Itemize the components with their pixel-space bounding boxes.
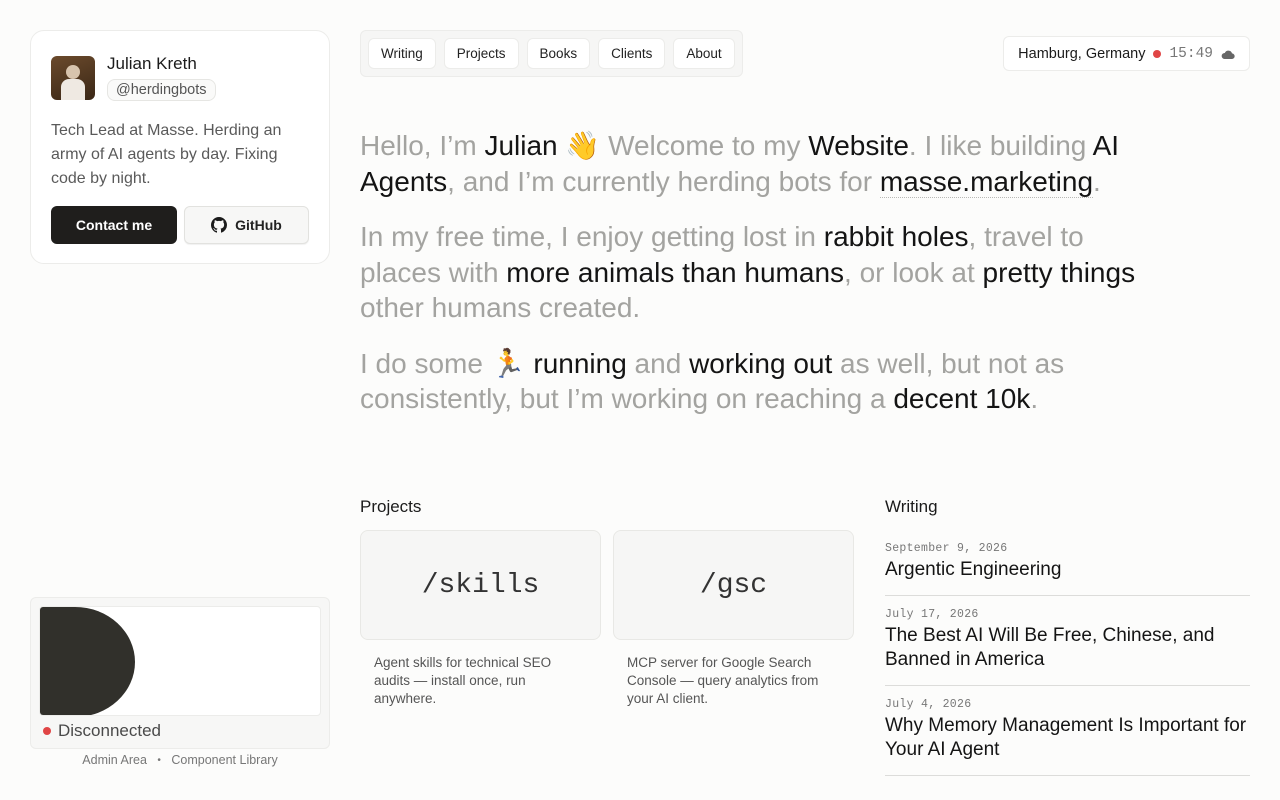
nav-about[interactable]: About [673,38,735,69]
intro-text: In my free time, I enjoy getting lost in [360,221,824,252]
intro-text: . [1030,383,1039,414]
profile-handle[interactable]: @herdingbots [107,79,216,101]
decent-10k-link[interactable]: decent 10k [893,383,1030,414]
intro-text: . I like building [908,130,1093,161]
avatar-body [61,79,85,100]
red-dot-icon [1153,49,1162,58]
profile-card: Julian Kreth @herdingbots Tech Lead at M… [30,30,330,264]
intro-text: , or look at [844,256,983,288]
admin-area-link[interactable]: Admin Area [82,753,147,767]
animals-link[interactable]: more animals than humans [506,257,844,288]
avatar [51,56,95,100]
projects-title: Projects [360,497,422,516]
pretty-things-link[interactable]: pretty things [983,257,1136,288]
red-dot-icon [43,727,51,735]
intro-name: Julian [484,130,558,161]
github-icon [211,217,228,233]
intro-paragraph-1: Hello, I’m Julian 👋 Welcome to my Websit… [360,128,1140,199]
intro-text: Hello, I’m [360,130,485,161]
post-date: September 9, 2026 [885,542,1008,555]
github-button-label: GitHub [235,217,282,233]
post-item[interactable]: July 4, 2026 Why Memory Management Is Im… [885,686,1250,776]
project-card-gsc[interactable]: /gsc [613,530,854,640]
post-item[interactable]: September 9, 2026 Argentic Engineering [885,530,1250,596]
profile-name: Julian Kreth [107,54,197,73]
writing-list: September 9, 2026 Argentic Engineering J… [885,530,1250,776]
local-time: 15:49 [1169,45,1213,62]
profile-identity: Julian Kreth @herdingbots [107,51,216,101]
intro-paragraph-2: In my free time, I enjoy getting lost in… [360,219,1140,326]
nav-writing[interactable]: Writing [368,38,436,69]
github-button[interactable]: GitHub [183,206,309,244]
component-library-link[interactable]: Component Library [171,753,277,767]
profile-actions: Contact me GitHub [51,206,309,244]
contact-button-label: Contact me [75,217,153,233]
post-title: Argentic Engineering [885,559,1062,580]
working-out-link[interactable]: working out [689,348,832,379]
project-card-skills[interactable]: /skills [360,530,601,640]
connection-status-card: Disconnected [30,597,330,749]
intro-paragraph-3: I do some 🏃 running and working out as w… [360,346,1140,417]
website-link[interactable]: Website [808,130,909,161]
intro-text: other humans created. [360,292,641,323]
writing-title: Writing [885,497,938,516]
profile-header: Julian Kreth @herdingbots [51,51,309,101]
project-desc-gsc: MCP server for Google Search Console — q… [627,655,819,706]
nav-projects[interactable]: Projects [443,38,519,69]
intro: Hello, I’m Julian 👋 Welcome to my Websit… [360,128,1140,437]
intro-text: . [1093,165,1101,197]
running-link[interactable]: running [533,348,626,379]
location-widget: Hamburg, Germany 15:49 [1003,36,1250,71]
contact-button[interactable]: Contact me [51,206,177,244]
rabbit-holes-link[interactable]: rabbit holes [824,221,969,252]
avatar-head [66,65,80,79]
status-text: Disconnected [58,721,162,740]
post-title: The Best AI Will Be Free, Chinese, and B… [885,625,1215,670]
status-graphic [40,607,135,715]
post-item[interactable]: July 17, 2026 The Best AI Will Be Free, … [885,596,1250,686]
status-preview [39,606,321,716]
post-date: July 4, 2026 [885,698,972,711]
intro-text: I do some 🏃 [360,347,534,379]
footer-links: Admin Area • Component Library [30,753,330,767]
nav-clients[interactable]: Clients [598,38,666,69]
location-city: Hamburg, Germany [1018,45,1146,62]
cloud-icon [1221,50,1235,59]
connection-status: Disconnected [43,721,321,741]
nav-books[interactable]: Books [526,38,591,69]
main-nav: Writing Projects Books Clients About [360,30,743,77]
project-desc-skills: Agent skills for technical SEO audits — … [374,655,552,706]
intro-text: , and I’m currently herding bots for [447,165,880,197]
intro-text: and [626,347,690,379]
footer-separator: • [157,755,161,766]
masse-marketing-link[interactable]: masse.marketing [879,165,1094,198]
post-date: July 17, 2026 [885,608,979,621]
intro-text: 👋 Welcome to my [557,130,809,161]
post-title: Why Memory Management Is Important for Y… [885,715,1247,760]
profile-bio: Tech Lead at Masse. Herding an army of A… [51,122,282,187]
